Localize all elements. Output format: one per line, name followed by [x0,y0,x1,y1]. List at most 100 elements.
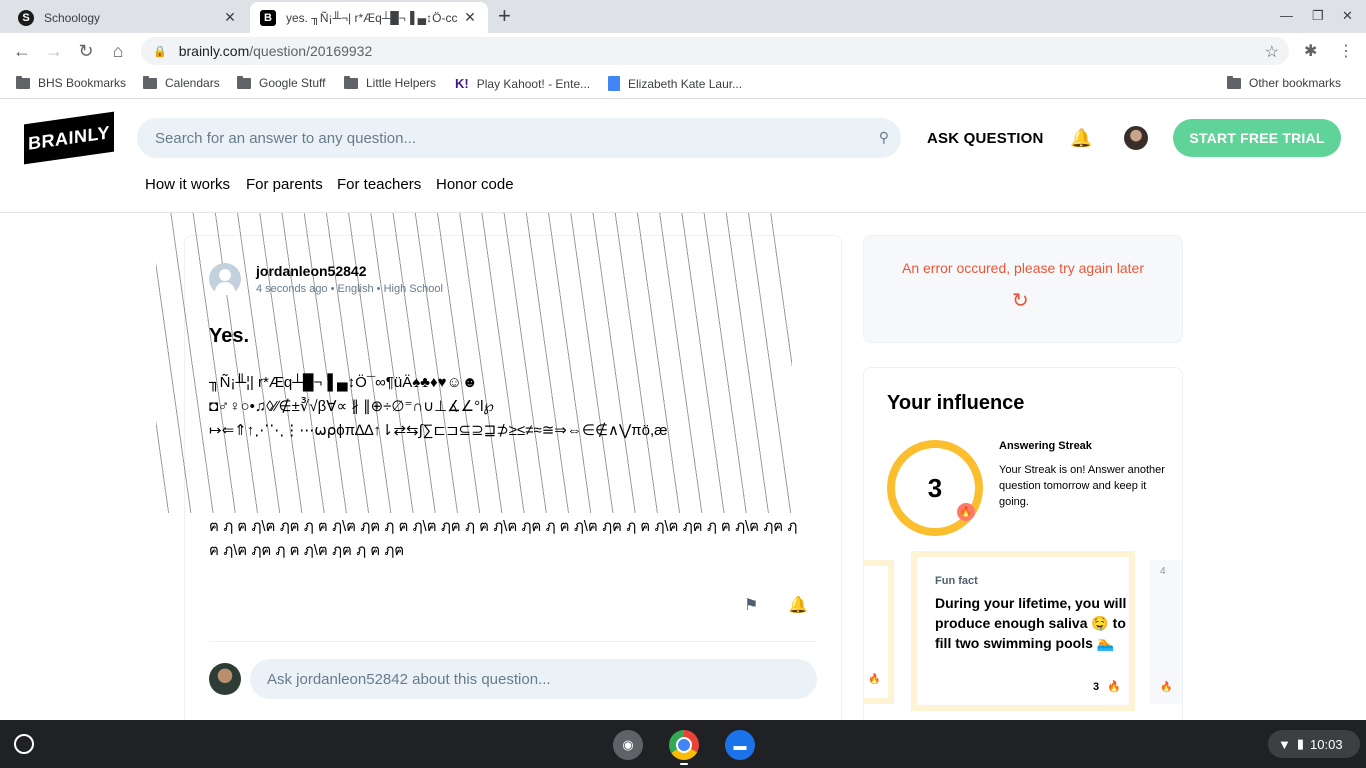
author-avatar[interactable] [209,263,241,295]
url-host: brainly.com [178,43,250,59]
bookmark-label: Google Stuff [259,76,326,90]
folder-icon [237,75,251,89]
question-body-tail: ฅ ฦ ฅ ฦ\ฅ ฦฅ ฦ ฅ ฦ\ฅ ฦฅ ฦ ฅ ฦ\ฅ ฦฅ ฦ ฅ ฦ… [209,518,798,559]
fun-fact-label: Fun fact [935,575,978,587]
doc-icon [608,76,620,91]
forward-icon[interactable]: → [43,40,65,62]
brainly-logo[interactable]: BRAINLY [24,111,114,165]
new-tab-button[interactable]: + [498,5,511,27]
close-icon[interactable]: ✕ [462,9,478,26]
ask-question-button[interactable]: ASK QUESTION [927,130,1044,147]
streak-text: Your Streak is on! Answer another questi… [999,464,1165,508]
bookmark-label: Calendars [165,76,220,90]
tab-brainly[interactable]: B yes. ╖Ñ¡╨¬| r*Æq┴█¬▐ ▄↕Ö-cc ✕ [250,2,488,33]
commenter-avatar [209,663,241,695]
avatar[interactable] [1124,126,1148,150]
nav-how-it-works[interactable]: How it works [145,176,230,193]
folder-icon [16,75,30,89]
back-icon[interactable]: ← [11,40,33,62]
fun-fact-card: Fun fact During your lifetime, you will … [911,551,1135,711]
bookmarks-bar: BHS Bookmarks Calendars Google Stuff Lit… [0,69,1366,99]
flame-icon: 🔥 [1160,682,1173,693]
schoology-favicon-icon: S [18,9,34,26]
question-body-line: ◘♂♀○•♫◊⁄∕∉±∛√β∀∝ ∦ ∥⊕÷∅⁼∩∪⊥∡∠°l℘ [209,398,494,415]
bookmark-bhs[interactable]: BHS Bookmarks [16,75,127,90]
question-body-line: ↦⇐⇑↑⋰⋱⋮⋯⍵⍴ϕπ∆∆↑⇂⇄⇆∫∑⊏⊐⊆⊇⊒⊅≥≤≠≈≅⇒⇔∈∉∧⋁πö,… [209,422,668,439]
fun-fact-text: During your lifetime, you will produce e… [935,595,1127,651]
battery-icon: ▮ [1296,736,1305,751]
question-level: High School [383,283,443,295]
folder-icon [344,75,358,89]
restore-icon[interactable]: ❐ [1312,8,1324,24]
notifications-bell-icon[interactable]: 🔔 [1070,128,1092,149]
question-author[interactable]: jordanleon52842 [256,263,367,279]
nav-for-teachers[interactable]: For teachers [337,176,421,193]
tab-schoology[interactable]: S Schoology ✕ [8,2,248,33]
comment-input[interactable]: Ask jordanleon52842 about this question.… [250,659,817,699]
main-content: jordanleon52842 4 seconds ago • English … [0,213,1366,720]
bookmark-star-icon[interactable]: ☆ [1265,42,1279,62]
question-meta: 4 seconds ago • English • High School [256,283,443,295]
bookmark-kahoot[interactable]: K! Play Kahoot! - Ente... [455,76,590,91]
follow-bell-icon[interactable]: 🔔 [788,595,808,615]
files-app-icon[interactable]: ▬ [725,730,755,760]
url-path: /question/20169932 [249,43,373,59]
search-placeholder: Search for an answer to any question... [155,129,416,147]
brainly-favicon-icon: B [260,9,276,26]
close-icon[interactable]: ✕ [222,9,238,26]
status-tray[interactable]: ▼ ▮ 10:03 [1268,730,1360,758]
tab-strip: S Schoology ✕ B yes. ╖Ñ¡╨¬| r*Æq┴█¬▐ ▄↕Ö… [0,0,1366,33]
extensions-icon[interactable]: ✱ [1304,41,1317,61]
flame-icon: 🔥 [868,674,881,685]
nav-honor-code[interactable]: Honor code [436,176,514,193]
bookmark-google-stuff[interactable]: Google Stuff [237,75,326,90]
running-indicator [680,763,688,765]
kahoot-icon: K! [455,76,469,91]
streak-count: 3 [927,472,943,503]
question-subject[interactable]: English [338,283,374,295]
reload-icon[interactable]: ↻ [75,40,97,62]
bookmark-little-helpers[interactable]: Little Helpers [344,75,437,90]
question-title: Yes. [209,325,250,347]
site-header: BRAINLY Search for an answer to any ques… [0,100,1366,213]
home-icon[interactable]: ⌂ [107,40,129,62]
launcher-icon[interactable] [14,734,34,754]
lock-icon: 🔒 [153,45,167,58]
error-box: An error occured, please try again later… [863,235,1183,343]
retry-icon[interactable]: ↻ [1012,288,1029,313]
question-body-line: ╖Ñ¡╨¦| r*Æq┴█¬▐ ▄↕Ö¯∞¶üÄ♠♣♦♥☺☻ [209,374,478,391]
window-close-icon[interactable]: ✕ [1342,8,1353,24]
influence-panel: Your influence 3 🔥 Answering Streak Your… [863,367,1183,720]
report-flag-icon[interactable]: ⚑ [744,595,758,615]
bookmark-label: BHS Bookmarks [38,76,127,90]
os-shelf: ◉ ▬ ▼ ▮ 10:03 [0,720,1366,768]
folder-icon [1227,75,1241,89]
bookmark-label: Other bookmarks [1249,76,1342,90]
fun-fact-count: 3 [1093,681,1100,693]
menu-icon[interactable]: ⋮ [1338,41,1354,61]
camera-app-icon[interactable]: ◉ [613,730,643,760]
error-message: An error occured, please try again later [901,260,1144,276]
question-time: 4 seconds ago [256,283,328,295]
influence-title: Your influence [887,392,1025,414]
bookmark-calendars[interactable]: Calendars [143,75,220,90]
streak-ring: 3 [887,440,983,536]
nav-for-parents[interactable]: For parents [246,176,323,193]
minimize-icon[interactable]: — [1280,8,1293,23]
search-icon[interactable]: ⚲ [879,129,889,146]
tab-title: Schoology [44,10,101,25]
flame-icon: 🔥 [1107,681,1121,693]
streak-heading: Answering Streak [999,440,1092,452]
chrome-app-icon[interactable] [669,730,699,760]
bookmark-elizabeth[interactable]: Elizabeth Kate Laur... [608,76,742,91]
question-body: ╖Ñ¡╨¦| r*Æq┴█¬▐ ▄↕Ö¯∞¶üÄ♠♣♦♥☺☻ ◘♂♀○•♫◊⁄∕… [209,371,789,443]
bookmark-label: Little Helpers [366,76,437,90]
bookmark-label: Play Kahoot! - Ente... [476,76,591,91]
clock: 10:03 [1310,736,1343,752]
start-free-trial-button[interactable]: START FREE TRIAL [1173,119,1341,157]
question-card [184,235,842,720]
address-bar[interactable]: 🔒 brainly.com/question/20169932 ☆ [141,37,1289,65]
bookmark-other[interactable]: Other bookmarks [1227,75,1342,90]
bookmark-label: Elizabeth Kate Laur... [628,76,743,91]
search-input[interactable]: Search for an answer to any question... … [137,118,901,158]
